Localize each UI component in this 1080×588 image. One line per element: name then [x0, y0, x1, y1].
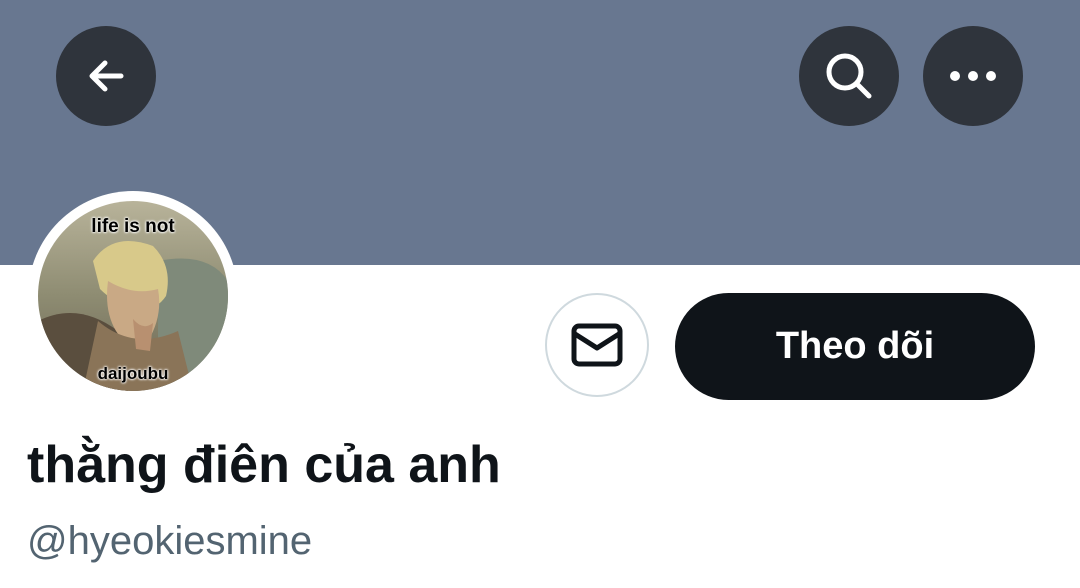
- more-options-button[interactable]: [923, 26, 1023, 126]
- message-button[interactable]: [545, 293, 649, 397]
- follow-button[interactable]: Theo dõi: [675, 293, 1035, 400]
- more-horizontal-icon: [950, 71, 996, 81]
- search-icon: [826, 53, 872, 99]
- display-name: thằng điên của anh: [27, 436, 501, 494]
- back-button[interactable]: [56, 26, 156, 126]
- avatar[interactable]: life is not daijoubu: [38, 201, 228, 391]
- profile-page: life is not daijoubu Theo dõi thằng điên…: [0, 0, 1080, 588]
- avatar-caption-top: life is not: [91, 216, 175, 237]
- user-handle: @hyeokiesmine: [27, 519, 313, 563]
- envelope-icon: [571, 323, 623, 367]
- search-button[interactable]: [799, 26, 899, 126]
- arrow-left-icon: [89, 60, 124, 92]
- avatar-caption-bottom: daijoubu: [97, 364, 169, 383]
